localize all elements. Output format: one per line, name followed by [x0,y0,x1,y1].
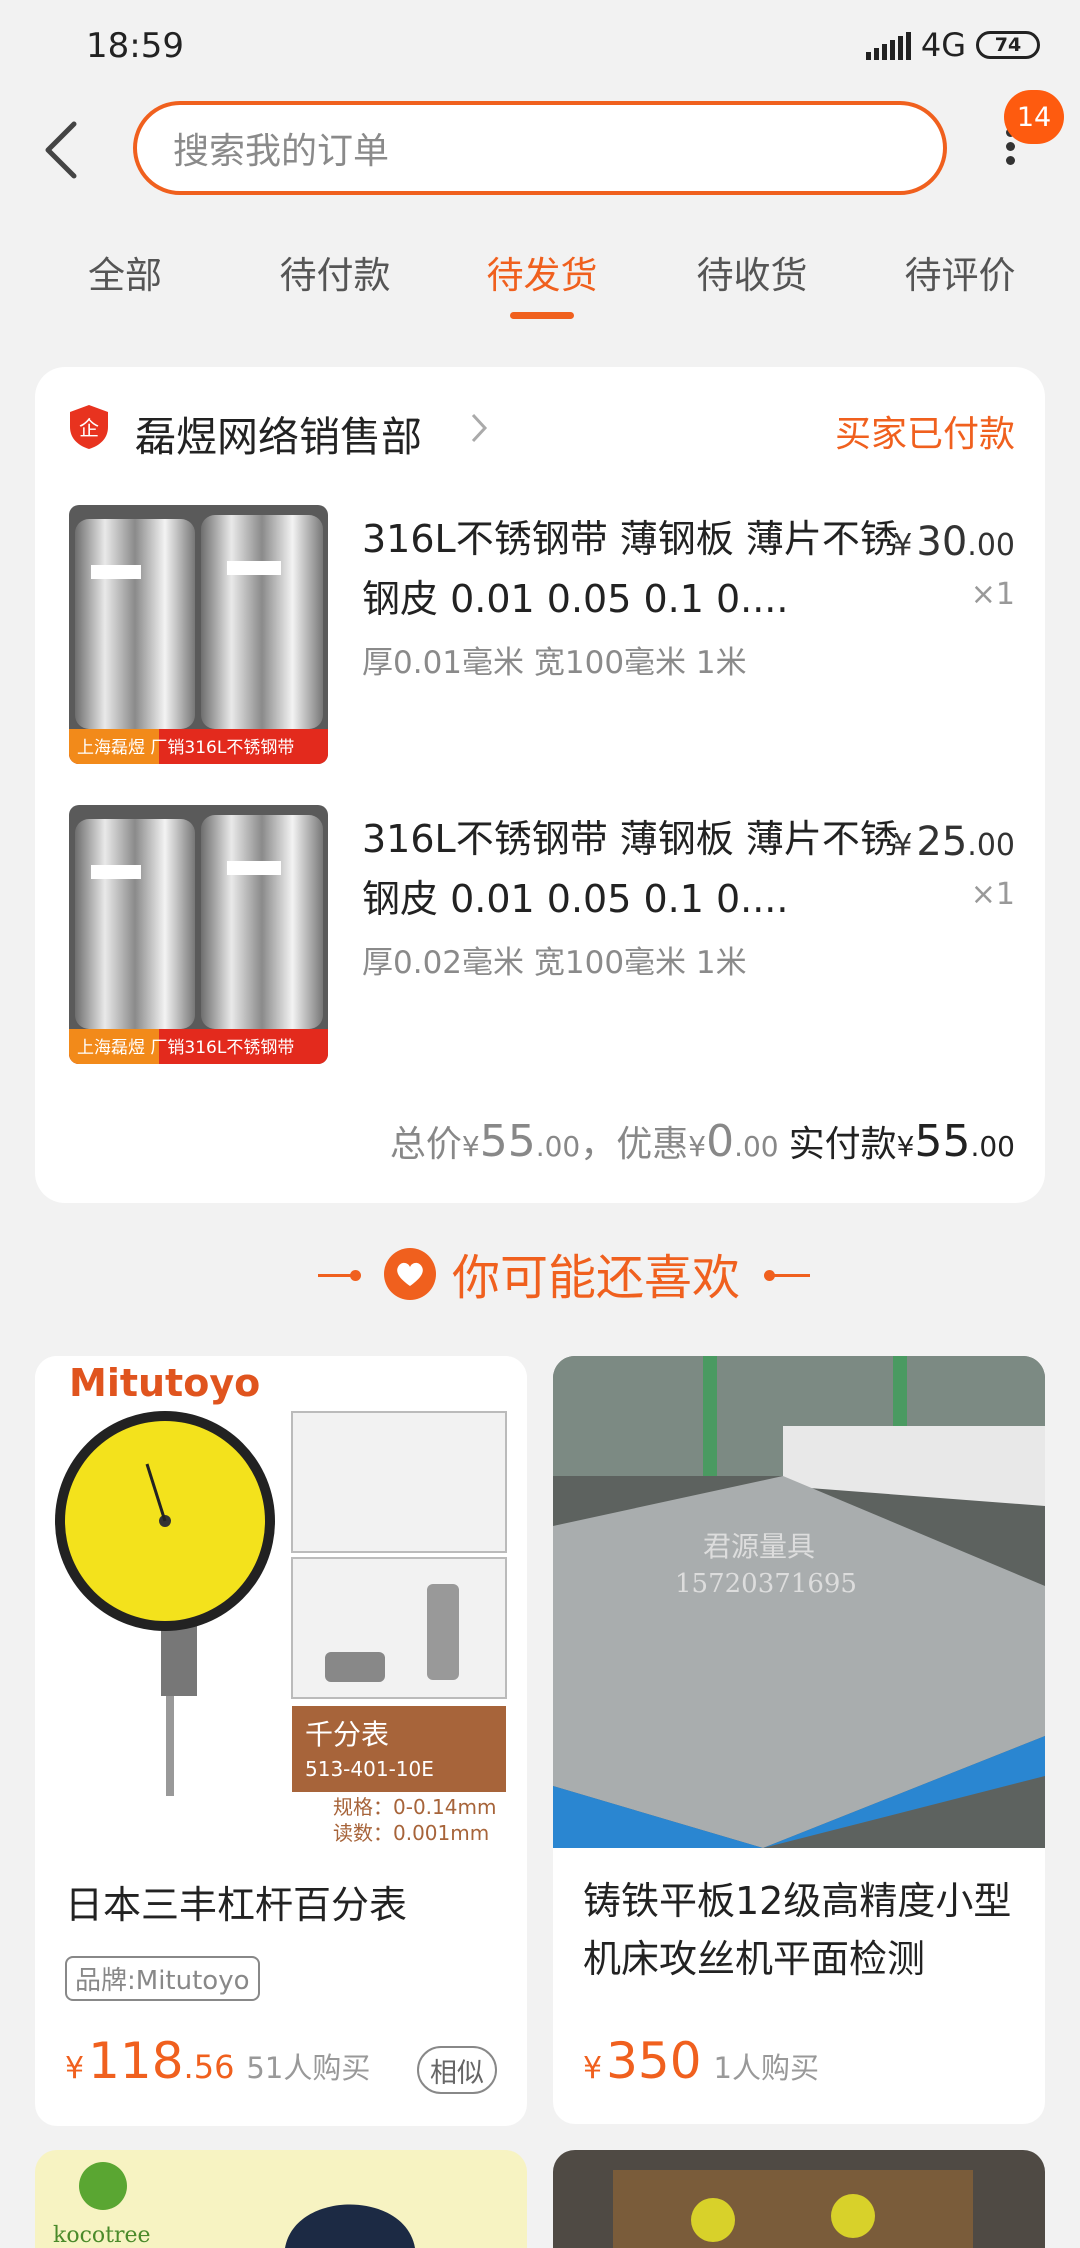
product-image[interactable]: Mitutoyo 千分表 513-401-10E 规格：0-0.14mm 读数：… [35,1356,527,1848]
paid-label: 实付款 [788,1124,897,1165]
shop-name[interactable]: 磊煜网络销售部 [135,403,422,463]
product-thumbnail[interactable]: 上海磊煜 厂销316L不锈钢带 [69,505,328,764]
thumbnail-caption: 上海磊煜 厂销316L不锈钢带 [77,1038,294,1058]
product-price: ¥ 118 .56 51人购买 [65,2032,370,2090]
product-title[interactable]: 316L不锈钢带 薄钢板 薄片不锈钢皮 0.01 0.05 0.1 0.... [362,809,902,929]
price-currency: ¥ [893,828,913,863]
order-status: 买家已付款 [834,414,1015,455]
price-decimal: .00 [967,528,1015,563]
product-sku: 厚0.01毫米 宽100毫米 1米 [362,645,747,681]
order-card[interactable]: 企 磊煜网络销售部 买家已付款 上海磊煜 厂销316L不锈钢带 316L不锈钢带… [35,367,1045,1203]
price-currency: ¥ [583,2051,603,2086]
paid-currency: ¥ [896,1130,915,1163]
back-arrow-icon[interactable] [40,118,84,182]
price-decimal: .00 [967,828,1015,863]
search-placeholder: 搜索我的订单 [173,131,390,172]
discount-decimal: .00 [734,1130,779,1163]
image-reading: 读数：0.001mm [333,1821,489,1845]
discount-currency: ¥ [688,1130,707,1163]
similar-button[interactable]: 相似 [417,2046,497,2094]
order-item[interactable]: 上海磊煜 厂销316L不锈钢带 316L不锈钢带 薄钢板 薄片不锈钢皮 0.01… [35,505,1045,785]
tab-pending-receipt[interactable]: 待收货 [662,245,842,299]
product-quantity: ×1 [970,577,1015,612]
recommend-header: 你可能还喜欢 [0,1238,1080,1308]
product-card[interactable] [553,2150,1045,2248]
price-integer: 350 [606,2032,702,2090]
discount-label: ，优惠 [580,1124,689,1165]
paid-integer: 55 [914,1116,971,1167]
total-currency: ¥ [461,1130,480,1163]
tab-pending-shipment[interactable]: 待发货 [452,245,632,299]
product-sku: 厚0.02毫米 宽100毫米 1米 [362,945,747,981]
product-image[interactable]: 君源量具 15720371695 [553,1356,1045,1848]
tab-pending-payment[interactable]: 待付款 [245,245,425,299]
image-watermark: 君源量具 [703,1530,815,1563]
tab-all[interactable]: 全部 [35,245,215,299]
product-name[interactable]: 日本三丰杠杆百分表 [65,1876,407,1934]
active-tab-indicator [510,312,574,319]
paid-decimal: .00 [970,1130,1015,1163]
price-integer: 25 [916,819,968,865]
shop-badge-text: 企 [79,416,99,440]
price-decimal: .56 [183,2048,235,2086]
price-integer: 30 [916,519,968,565]
product-card[interactable]: kocotree [35,2150,527,2248]
image-watermark-phone: 15720371695 [675,1569,857,1599]
sold-count: 1人购买 [713,2051,819,2085]
product-price: ¥ 350 1人购买 [583,2032,819,2090]
image-spec: 规格：0-0.14mm [333,1795,496,1819]
total-decimal: .00 [535,1130,581,1163]
signal-icon [865,30,911,60]
network-type: 4G [920,26,966,64]
product-price: ¥30.00 [893,519,1015,565]
bottom-card-brand: kocotree [53,2223,151,2248]
notification-badge: 14 [1004,90,1064,144]
battery-level: 74 [994,34,1022,56]
image-model: 513-401-10E [305,1757,434,1781]
battery-icon: 74 [976,31,1040,59]
price-integer: 118 [88,2032,184,2090]
order-item[interactable]: 上海磊煜 厂销316L不锈钢带 316L不锈钢带 薄钢板 薄片不锈钢皮 0.01… [35,805,1045,1085]
divider-dot-left [350,1270,361,1281]
product-price: ¥25.00 [893,819,1015,865]
tab-pending-review[interactable]: 待评价 [870,245,1050,299]
brand-tag: 品牌:Mitutoyo [65,1956,260,2001]
product-thumbnail[interactable]: 上海磊煜 厂销316L不锈钢带 [69,805,328,1064]
sold-count: 51人购买 [246,2051,371,2085]
status-bar: 18:59 4G 74 [0,0,1080,90]
product-name[interactable]: 铸铁平板12级高精度小型机床攻丝机平面检测 [583,1872,1023,1988]
thumbnail-caption: 上海磊煜 厂销316L不锈钢带 [77,738,294,758]
total-integer: 55 [479,1116,536,1167]
chevron-right-icon[interactable] [467,411,491,445]
product-card[interactable]: 君源量具 15720371695 铸铁平板12级高精度小型机床攻丝机平面检测 ¥… [553,1356,1045,2124]
status-time: 18:59 [86,26,184,66]
shop-badge-icon: 企 [70,405,108,449]
product-image[interactable]: kocotree [35,2150,527,2248]
price-currency: ¥ [893,528,913,563]
order-total: 总价 ¥ 55 .00 ，优惠 ¥ 0 .00 实付款 ¥ 55 .00 [390,1115,1015,1167]
discount-integer: 0 [706,1116,735,1167]
product-image[interactable] [553,2150,1045,2248]
divider-line-right [770,1274,810,1277]
product-title[interactable]: 316L不锈钢带 薄钢板 薄片不锈钢皮 0.01 0.05 0.1 0.... [362,509,902,629]
image-brand-logo: Mitutoyo [69,1361,260,1405]
search-input[interactable]: 搜索我的订单 [133,101,947,195]
price-currency: ¥ [65,2051,85,2086]
total-label: 总价 [389,1124,462,1165]
image-product-tag: 千分表 [305,1718,389,1751]
heart-icon [384,1248,436,1300]
recommend-title: 你可能还喜欢 [452,1250,741,1306]
product-card[interactable]: Mitutoyo 千分表 513-401-10E 规格：0-0.14mm 读数：… [35,1356,527,2126]
product-quantity: ×1 [970,877,1015,912]
